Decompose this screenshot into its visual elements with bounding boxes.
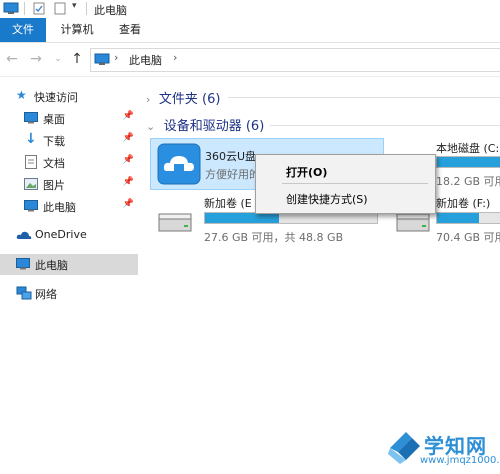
customize-quick-access-icon[interactable]: ▾ xyxy=(72,1,77,11)
breadcrumb-separator[interactable]: › xyxy=(114,51,118,64)
nav-label: 图片 xyxy=(43,179,65,192)
nav-network[interactable]: 网络 xyxy=(0,283,138,304)
ribbon-tabs: 文件 计算机 查看 xyxy=(0,18,500,43)
pictures-icon xyxy=(24,178,38,190)
desktop-icon xyxy=(24,112,38,124)
watermark-url: www.jmqz1000.com xyxy=(420,455,500,466)
drive-usage-fill xyxy=(205,213,279,223)
breadcrumb-separator[interactable]: › xyxy=(173,51,177,64)
folders-group-header[interactable]: › 文件夹 (6) xyxy=(146,88,220,107)
documents-icon xyxy=(25,155,37,169)
back-icon[interactable]: ← xyxy=(4,51,20,67)
drive-name: 360云U盘 xyxy=(205,150,257,163)
window-title: 此电脑 xyxy=(94,4,127,17)
nav-label: 此电脑 xyxy=(43,201,76,214)
menu-item-create-shortcut[interactable]: 创建快捷方式(S) xyxy=(286,191,368,207)
pin-icon[interactable]: 📌 xyxy=(123,155,134,165)
pin-icon[interactable]: 📌 xyxy=(123,199,134,209)
forward-icon[interactable]: → xyxy=(28,51,44,67)
devices-group-header[interactable]: ⌄ 设备和驱动器 (6) xyxy=(146,115,264,134)
nav-item-desktop[interactable]: 桌面 📌 xyxy=(0,108,138,129)
network-icon xyxy=(16,286,32,300)
chevron-down-icon: ⌄ xyxy=(146,120,156,133)
drive-name: 本地磁盘 (C: xyxy=(436,142,500,155)
hard-drive-icon xyxy=(158,213,192,232)
tab-computer[interactable]: 计算机 xyxy=(52,18,102,42)
nav-label: 文档 xyxy=(43,157,65,170)
drive-name: 新加卷 (E xyxy=(204,197,252,210)
cloud-drive-icon xyxy=(157,143,201,185)
download-icon: ↓ xyxy=(25,131,37,147)
divider xyxy=(270,125,500,126)
nav-label: 桌面 xyxy=(43,113,65,126)
pin-icon[interactable]: 📌 xyxy=(123,111,134,121)
properties-icon[interactable] xyxy=(33,2,45,15)
content-pane: › 文件夹 (6) ⌄ 设备和驱动器 (6) 360云U盘 方便好用的 本地磁盘… xyxy=(138,77,500,474)
menu-item-open[interactable]: 打开(O) xyxy=(286,164,327,180)
breadcrumb-this-pc[interactable]: 此电脑 xyxy=(129,52,162,68)
nav-item-downloads[interactable]: ↓ 下载 📌 xyxy=(0,130,138,151)
divider xyxy=(228,97,500,98)
watermark-logo xyxy=(388,432,420,464)
nav-label: 网络 xyxy=(35,288,57,301)
navigation-pane: ★ 快速访问 桌面 📌 ↓ 下载 📌 文档 📌 图片 📌 此电脑 📌 OneDr… xyxy=(0,77,138,474)
address-bar[interactable]: › 此电脑 › xyxy=(90,48,500,72)
drive-free-space: 27.6 GB 可用，共 48.8 GB xyxy=(204,231,344,244)
drive-usage-fill xyxy=(437,157,500,167)
up-icon[interactable]: ↑ xyxy=(69,51,85,67)
nav-item-this-pc-pinned[interactable]: 此电脑 📌 xyxy=(0,196,138,217)
this-pc-icon xyxy=(16,258,30,270)
nav-quick-access[interactable]: ★ 快速访问 xyxy=(0,86,138,107)
divider xyxy=(24,2,25,15)
onedrive-icon xyxy=(16,231,32,239)
nav-label: OneDrive xyxy=(35,228,87,241)
menu-separator xyxy=(282,183,428,184)
group-title: 文件夹 (6) xyxy=(158,92,221,107)
drive-usage-bar xyxy=(436,156,500,168)
nav-item-pictures[interactable]: 图片 📌 xyxy=(0,174,138,195)
nav-this-pc[interactable]: 此电脑 xyxy=(0,254,138,275)
drive-subtitle: 方便好用的 xyxy=(205,168,260,181)
nav-item-documents[interactable]: 文档 📌 xyxy=(0,152,138,173)
this-pc-icon xyxy=(94,53,110,65)
chevron-right-icon: › xyxy=(146,93,151,106)
pin-icon[interactable]: 📌 xyxy=(123,177,134,187)
this-pc-icon xyxy=(3,2,19,14)
nav-label: 此电脑 xyxy=(35,259,68,272)
nav-label: 下载 xyxy=(43,135,65,148)
star-icon: ★ xyxy=(16,88,27,102)
new-folder-icon[interactable] xyxy=(54,2,66,15)
drive-free-space: 18.2 GB 可用， xyxy=(436,175,500,188)
pin-icon[interactable]: 📌 xyxy=(123,133,134,143)
tab-file[interactable]: 文件 xyxy=(0,18,46,42)
divider xyxy=(86,2,87,15)
this-pc-icon xyxy=(24,200,38,212)
hard-drive-icon xyxy=(396,213,430,232)
context-menu: 打开(O) 创建快捷方式(S) xyxy=(255,154,436,214)
address-toolbar: ← → ⌄ ↑ › 此电脑 › xyxy=(0,43,500,77)
title-bar: ▾ 此电脑 xyxy=(0,0,500,18)
drive-name: 新加卷 (F:) xyxy=(436,197,491,210)
drive-usage-bar xyxy=(436,212,500,224)
drive-usage-fill xyxy=(437,213,479,223)
nav-label: 快速访问 xyxy=(34,91,78,104)
tab-view[interactable]: 查看 xyxy=(110,18,150,42)
group-title: 设备和驱动器 (6) xyxy=(163,119,265,134)
recent-locations-icon[interactable]: ⌄ xyxy=(50,51,66,67)
drive-free-space: 70.4 GB 可用， xyxy=(436,231,500,244)
nav-onedrive[interactable]: OneDrive xyxy=(0,225,138,246)
